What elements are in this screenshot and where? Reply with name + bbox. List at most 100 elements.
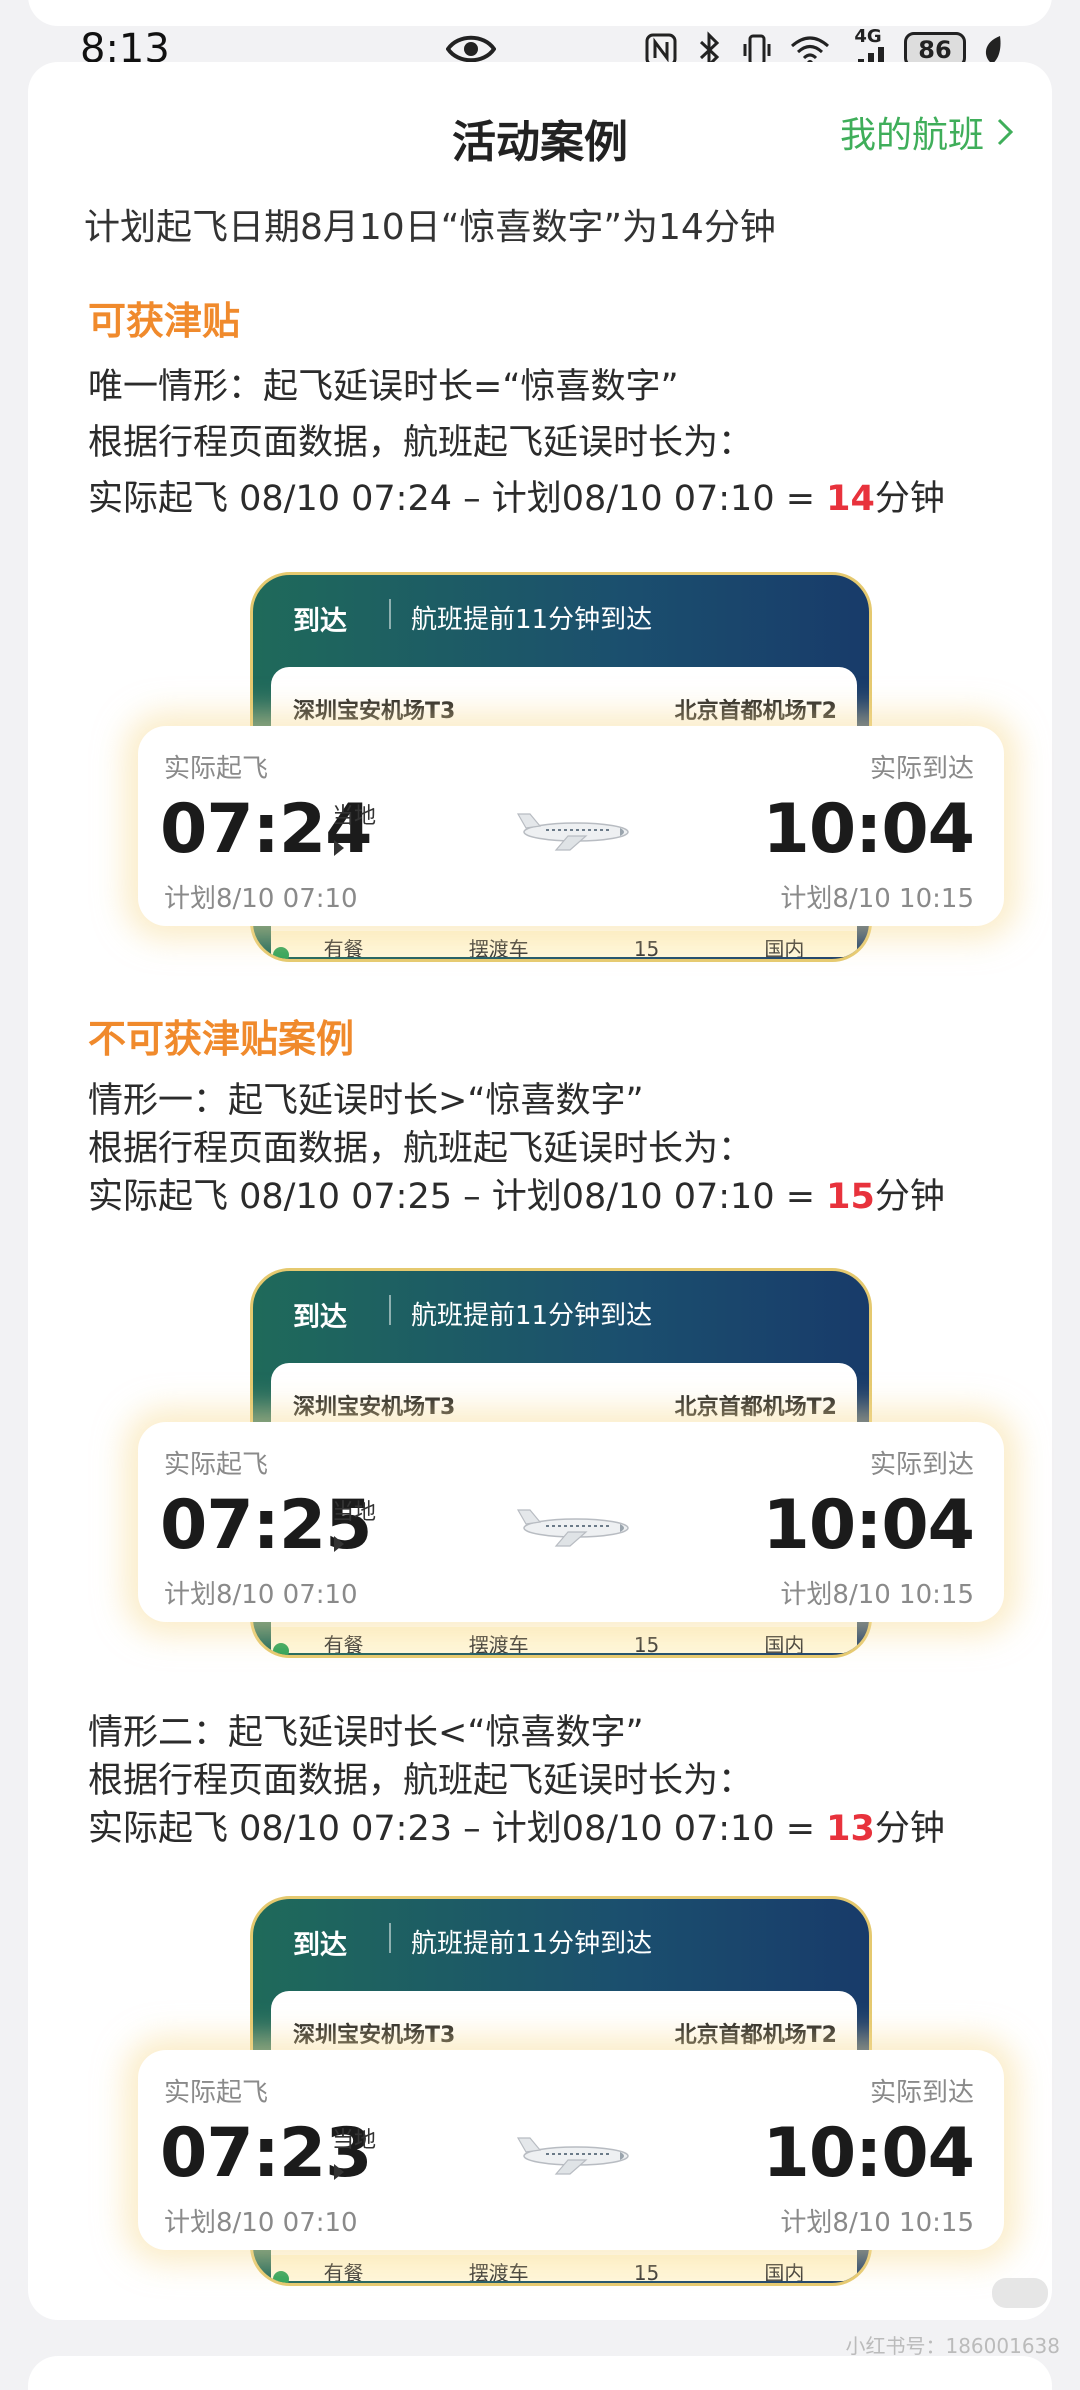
watermark-logo [992,2278,1048,2308]
flight-illustration: 到达 航班提前11分钟到达 深圳宝安机场T3 北京首都机场T2 有餐 摆渡车 1… [106,1268,1016,1658]
airplane-icon [516,813,629,851]
destination-airport: 北京首都机场T2 [674,1395,837,1420]
flight-extras-row: 有餐 摆渡车 15 国内 [271,2255,857,2281]
divider [389,1295,391,1325]
extra-item: 15 [633,937,660,957]
calc-prefix: 实际起飞 08/10 07:25 – 计划08/10 07:10 = [88,1177,827,1217]
arrive-label: 到达 [293,1930,347,1961]
flight-extras-row: 有餐 摆渡车 15 国内 [271,1627,857,1653]
arrive-note: 航班提前11分钟到达 [411,1301,653,1331]
airplane-icon [516,1509,629,1547]
intro-text: 计划起飞日期8月10日“惊喜数字”为14分钟 [84,207,776,248]
extra-item: 15 [633,1633,660,1653]
network-type: 4G [854,26,882,47]
eligible-line-2: 根据行程页面数据，航班起飞延误时长为： [88,423,754,463]
case1-line-1: 情形一：起飞延误时长>“惊喜数字” [88,1081,644,1121]
play-triangle-icon [334,2164,344,2180]
planned-departure: 计划8/10 07:10 [164,2208,358,2238]
planned-arrival: 计划8/10 10:15 [780,884,974,914]
origin-airport: 深圳宝安机场T3 [293,2023,456,2048]
status-dot [273,2271,289,2283]
delay-minutes: 13 [826,1809,875,1849]
arrive-note: 航班提前11分钟到达 [411,605,653,635]
destination-airport: 北京首都机场T2 [674,699,837,724]
case2-line-3: 实际起飞 08/10 07:23 – 计划08/10 07:10 = 13分钟 [88,1800,945,1851]
extra-item: 国内 [764,2261,805,2281]
extra-item: 摆渡车 [468,1633,529,1653]
arrival-label: 实际到达 [869,754,974,784]
airplane-icon [516,2137,629,2175]
watermark-text: 小红书号：186001638 [845,2334,1060,2358]
arrival-label: 实际到达 [869,1450,974,1480]
destination-airport: 北京首都机场T2 [674,2023,837,2048]
extra-item: 摆渡车 [468,2261,529,2281]
divider [389,1923,391,1953]
arrive-note: 航班提前11分钟到达 [411,1929,653,1959]
next-card-edge [28,2356,1052,2390]
arrive-label: 到达 [293,606,347,637]
calc-prefix: 实际起飞 08/10 07:23 – 计划08/10 07:10 = [88,1809,827,1849]
calc-suffix: 分钟 [874,479,945,519]
extra-item: 有餐 [323,2261,364,2281]
planned-departure: 计划8/10 07:10 [164,1580,358,1610]
eye-icon [446,35,496,63]
flight-extras-row: 有餐 摆渡车 15 国内 [271,931,857,957]
arrival-time: 10:04 [762,2114,975,2193]
flight-times-card: 实际起飞 实际到达 07:25 当地 10:04 计划8/10 07:10 计划… [138,1422,1004,1622]
extra-item: 有餐 [323,937,364,957]
delay-minutes: 14 [826,479,875,519]
airports-row: 深圳宝安机场T3 北京首都机场T2 [293,1389,837,1421]
extra-item: 摆渡车 [468,937,529,957]
flight-times-card: 实际起飞 实际到达 07:23 当地 10:04 计划8/10 07:10 计划… [138,2050,1004,2250]
case1-line-3: 实际起飞 08/10 07:25 – 计划08/10 07:10 = 15分钟 [88,1168,945,1219]
eligible-heading: 可获津贴 [88,299,241,343]
flight-illustration: 到达 航班提前11分钟到达 深圳宝安机场T3 北京首都机场T2 有餐 摆渡车 1… [106,572,1016,962]
arrival-time: 10:04 [762,1486,975,1565]
departure-label: 实际起飞 [164,1450,269,1480]
origin-airport: 深圳宝安机场T3 [293,699,456,724]
extra-item: 有餐 [323,1633,364,1653]
case2-line-1: 情形二：起飞延误时长<“惊喜数字” [88,1713,644,1753]
arrival-status-row: 到达 航班提前11分钟到达 [293,599,652,638]
arrival-time: 10:04 [762,790,975,869]
arrival-status-row: 到达 航班提前11分钟到达 [293,1295,652,1334]
delay-minutes: 15 [826,1177,875,1217]
origin-airport: 深圳宝安机场T3 [293,1395,456,1420]
eligible-line-1: 唯一情形：起飞延误时长=“惊喜数字” [88,367,679,407]
activity-cases-card: 活动案例 我的航班 计划起飞日期8月10日“惊喜数字”为14分钟 可获津贴 唯一… [28,62,1052,2320]
planned-arrival: 计划8/10 10:15 [780,1580,974,1610]
extra-item: 15 [633,2261,660,2281]
my-flight-label: 我的航班 [839,115,984,156]
chevron-right-icon [997,118,1014,146]
extra-item: 国内 [764,1633,805,1653]
local-time-label: 当地 [332,804,377,829]
flight-illustration: 到达 航班提前11分钟到达 深圳宝安机场T3 北京首都机场T2 有餐 摆渡车 1… [106,1896,1016,2286]
calc-suffix: 分钟 [874,1177,945,1217]
play-triangle-icon [334,1536,344,1552]
departure-label: 实际起飞 [164,754,269,784]
divider [389,599,391,629]
arrival-status-row: 到达 航班提前11分钟到达 [293,1923,652,1962]
eligible-line-3: 实际起飞 08/10 07:24 – 计划08/10 07:10 = 14分钟 [88,470,945,521]
ineligible-heading: 不可获津贴案例 [88,1017,355,1061]
status-dot [273,947,289,959]
departure-label: 实际起飞 [164,2078,269,2108]
local-time-label: 当地 [332,2128,377,2153]
planned-arrival: 计划8/10 10:15 [780,2208,974,2238]
airports-row: 深圳宝安机场T3 北京首都机场T2 [293,693,837,725]
page: 8:13 4G 86 活动案例 我的航班 计划起飞日期8月10日“惊喜数字”为1… [0,0,1080,2390]
case1-line-2: 根据行程页面数据，航班起飞延误时长为： [88,1129,754,1169]
planned-departure: 计划8/10 07:10 [164,884,358,914]
calc-prefix: 实际起飞 08/10 07:24 – 计划08/10 07:10 = [88,479,827,519]
arrival-label: 实际到达 [869,2078,974,2108]
play-triangle-icon [334,840,344,856]
calc-suffix: 分钟 [874,1809,945,1849]
case2-line-2: 根据行程页面数据，航班起飞延误时长为： [88,1761,754,1801]
extra-item: 国内 [764,937,805,957]
status-dot [273,1643,289,1655]
arrive-label: 到达 [293,1302,347,1333]
flight-times-card: 实际起飞 实际到达 07:24 当地 10:04 计划8/10 07:10 计划… [138,726,1004,926]
my-flight-link[interactable]: 我的航班 [840,106,1014,158]
airports-row: 深圳宝安机场T3 北京首都机场T2 [293,2017,837,2049]
local-time-label: 当地 [332,1500,377,1525]
